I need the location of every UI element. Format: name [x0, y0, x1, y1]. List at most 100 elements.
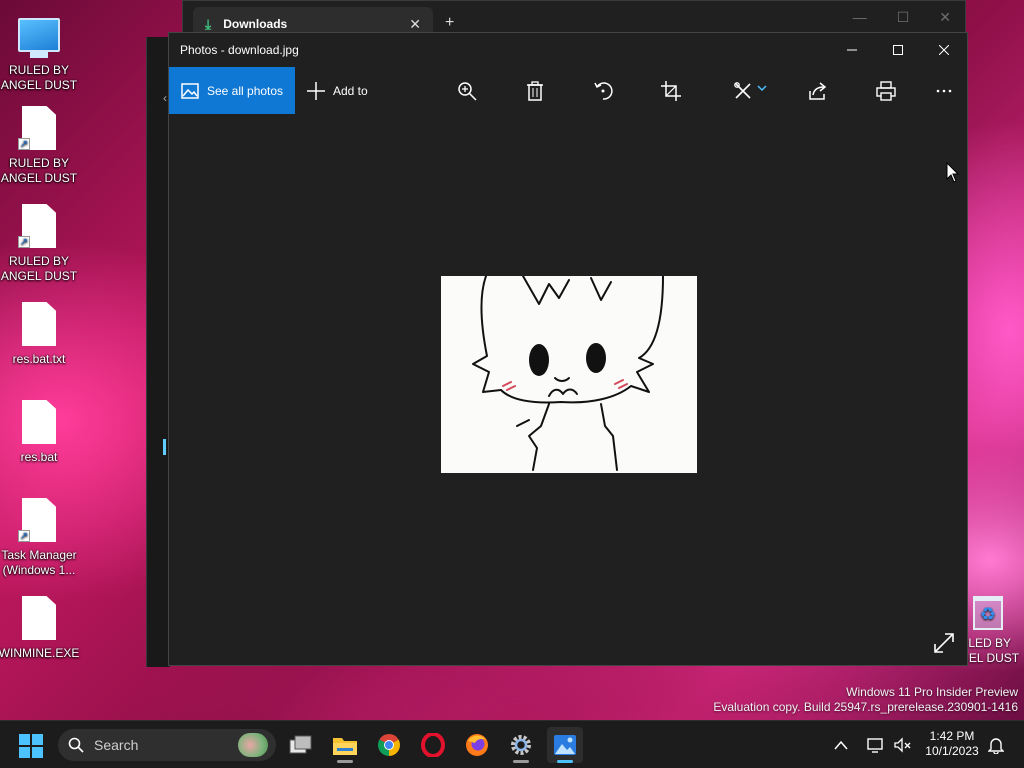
- maximize-icon: [893, 45, 903, 55]
- chevron-down-icon: [757, 84, 767, 91]
- minimize-icon: [847, 49, 857, 51]
- start-button[interactable]: [19, 734, 43, 758]
- share-button[interactable]: [798, 67, 838, 114]
- file-icon: [22, 596, 56, 640]
- close-icon[interactable]: ✕: [939, 9, 951, 26]
- chevron-left-icon: ‹: [163, 91, 167, 105]
- see-all-photos-button[interactable]: See all photos: [169, 67, 295, 114]
- desktop-icon-label: RULED BY ANGEL DUST: [0, 254, 78, 283]
- desktop-icon-label: WINMINE.EXE: [0, 646, 80, 660]
- desktop-icon-shortcut-1[interactable]: ↗ RULED BY ANGEL DUST: [0, 106, 78, 186]
- rotate-button[interactable]: [583, 67, 623, 114]
- zoom-button[interactable]: [447, 67, 487, 114]
- search-placeholder: Search: [94, 737, 139, 753]
- task-view-icon: [289, 735, 312, 754]
- mouse-cursor-icon: [946, 162, 960, 183]
- network-status[interactable]: [867, 721, 885, 768]
- add-to-button[interactable]: Add to: [307, 67, 368, 114]
- taskbar: Search 1:42 PM 10/1/2023: [0, 720, 1024, 768]
- downloads-window-controls: — ☐ ✕: [853, 9, 951, 26]
- watermark-line-2: Evaluation copy. Build 25947.rs_prerelea…: [713, 700, 1018, 714]
- settings-button[interactable]: [503, 727, 539, 763]
- settings-icon: [511, 735, 531, 755]
- windows-watermark: Windows 11 Pro Insider Preview Evaluatio…: [713, 685, 1018, 715]
- tab-title: Downloads: [223, 17, 288, 31]
- bell-icon: [988, 738, 1004, 754]
- shortcut-arrow-icon: ↗: [18, 138, 30, 150]
- desktop-icon-computer[interactable]: RULED BY ANGEL DUST: [0, 10, 78, 93]
- minimize-icon[interactable]: —: [853, 9, 867, 26]
- desktop-icon-res-bat-txt[interactable]: res.bat.txt: [0, 302, 78, 367]
- opera-icon: [421, 733, 445, 757]
- file-explorer-button[interactable]: [327, 727, 363, 763]
- photos-window[interactable]: Photos - download.jpg See all photos Add…: [168, 32, 968, 666]
- tab-close-button[interactable]: ✕: [409, 16, 421, 33]
- desktop-icon-label: res.bat.txt: [12, 352, 66, 366]
- volume-muted-icon: [894, 737, 911, 753]
- chevron-up-icon[interactable]: [834, 740, 848, 750]
- opera-button[interactable]: [415, 727, 451, 763]
- file-explorer-icon: [333, 738, 357, 755]
- close-button[interactable]: [921, 33, 967, 67]
- task-view-button[interactable]: [283, 727, 319, 763]
- clock-date: 10/1/2023: [925, 744, 979, 758]
- shortcut-arrow-icon: ↗: [18, 530, 30, 542]
- download-arrow-icon: ⤓: [205, 15, 212, 32]
- see-all-label: See all photos: [207, 83, 284, 98]
- taskbar-clock[interactable]: 1:42 PM 10/1/2023: [920, 729, 984, 759]
- watermark-line-1: Windows 11 Pro Insider Preview: [846, 685, 1018, 699]
- taskbar-search[interactable]: Search: [58, 729, 276, 761]
- search-icon: [68, 737, 84, 753]
- desktop-icon-res-bat[interactable]: res.bat: [0, 400, 78, 465]
- volume-status[interactable]: [894, 721, 912, 768]
- maximize-icon[interactable]: ☐: [897, 9, 910, 26]
- expand-icon: [934, 633, 954, 653]
- crop-button[interactable]: [651, 67, 691, 114]
- firefox-button[interactable]: [459, 727, 495, 763]
- cat-drawing-image: [472, 275, 664, 471]
- firefox-icon: [466, 734, 488, 756]
- photos-icon: [554, 735, 576, 755]
- minimize-button[interactable]: [829, 33, 875, 67]
- desktop-icon-label: RULED BY ANGEL DUST: [0, 156, 78, 185]
- fullscreen-button[interactable]: [931, 630, 957, 656]
- chrome-icon: [378, 734, 400, 756]
- photos-toolbar: See all photos Add to: [169, 67, 967, 114]
- maximize-button[interactable]: [875, 33, 921, 67]
- chrome-button[interactable]: [371, 727, 407, 763]
- desktop-icon-winmine[interactable]: WINMINE.EXE: [0, 596, 80, 661]
- explorer-window-behind[interactable]: ‹: [146, 37, 170, 667]
- print-button[interactable]: [866, 67, 906, 114]
- plus-icon: [307, 81, 325, 100]
- new-tab-button[interactable]: +: [445, 14, 454, 32]
- more-icon: [936, 89, 952, 92]
- delete-button[interactable]: [515, 67, 555, 114]
- crop-icon: [661, 80, 681, 101]
- desktop-icon-label: res.bat: [20, 450, 58, 464]
- file-icon: [22, 302, 56, 346]
- print-icon: [876, 80, 896, 101]
- window-controls: [829, 33, 967, 67]
- edit-icon: [734, 81, 751, 99]
- search-highlight-image: [238, 733, 268, 757]
- selection-accent: [163, 439, 166, 455]
- system-tray: [834, 721, 848, 768]
- desktop-icon-label: Task Manager (Windows 1...: [1, 548, 77, 577]
- shortcut-arrow-icon: ↗: [18, 236, 30, 248]
- notifications-button[interactable]: [988, 721, 1004, 768]
- edit-button[interactable]: [725, 67, 775, 114]
- more-options-button[interactable]: [924, 67, 964, 114]
- recycle-bin-icon: ♻: [973, 596, 1003, 630]
- desktop-icon-task-manager[interactable]: ↗ Task Manager (Windows 1...: [0, 498, 78, 578]
- photos-taskbar-button[interactable]: [547, 727, 583, 763]
- displayed-photo: [441, 275, 697, 473]
- clock-time: 1:42 PM: [929, 729, 975, 743]
- delete-icon: [527, 80, 543, 101]
- close-icon: [939, 45, 949, 55]
- zoom-icon: [458, 81, 477, 101]
- photos-icon: [181, 82, 199, 99]
- desktop-icon-shortcut-2[interactable]: ↗ RULED BY ANGEL DUST: [0, 204, 78, 284]
- file-icon: [22, 400, 56, 444]
- window-title: Photos - download.jpg: [180, 43, 299, 57]
- rotate-icon: [594, 81, 613, 100]
